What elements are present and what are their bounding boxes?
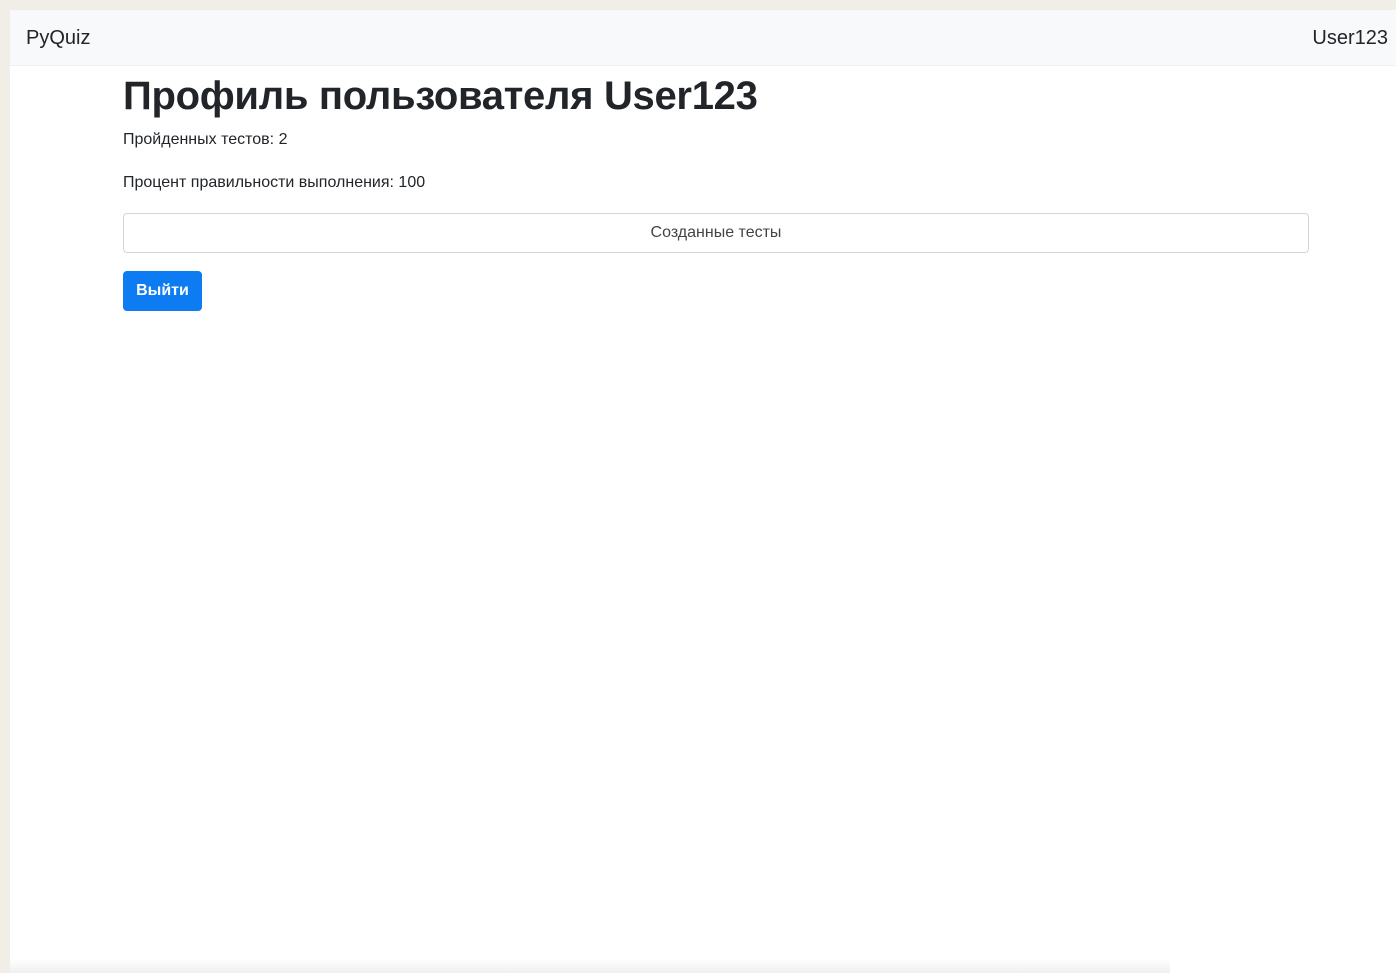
logout-button[interactable]: Выйти	[123, 271, 202, 311]
bottom-shadow	[10, 959, 1170, 973]
navbar: PyQuiz User123	[10, 10, 1396, 66]
browser-viewport: PyQuiz User123 Профиль пользователя User…	[10, 10, 1396, 973]
passed-tests-stat: Пройденных тестов: 2	[123, 131, 288, 148]
brand-link[interactable]: PyQuiz	[26, 24, 90, 52]
page-title: Профиль пользователя User123	[123, 74, 758, 118]
user-profile-link[interactable]: User123	[1312, 24, 1388, 52]
success-percent-stat: Процент правильности выполнения: 100	[123, 174, 426, 191]
created-tests-button[interactable]: Созданные тесты	[123, 213, 1309, 253]
